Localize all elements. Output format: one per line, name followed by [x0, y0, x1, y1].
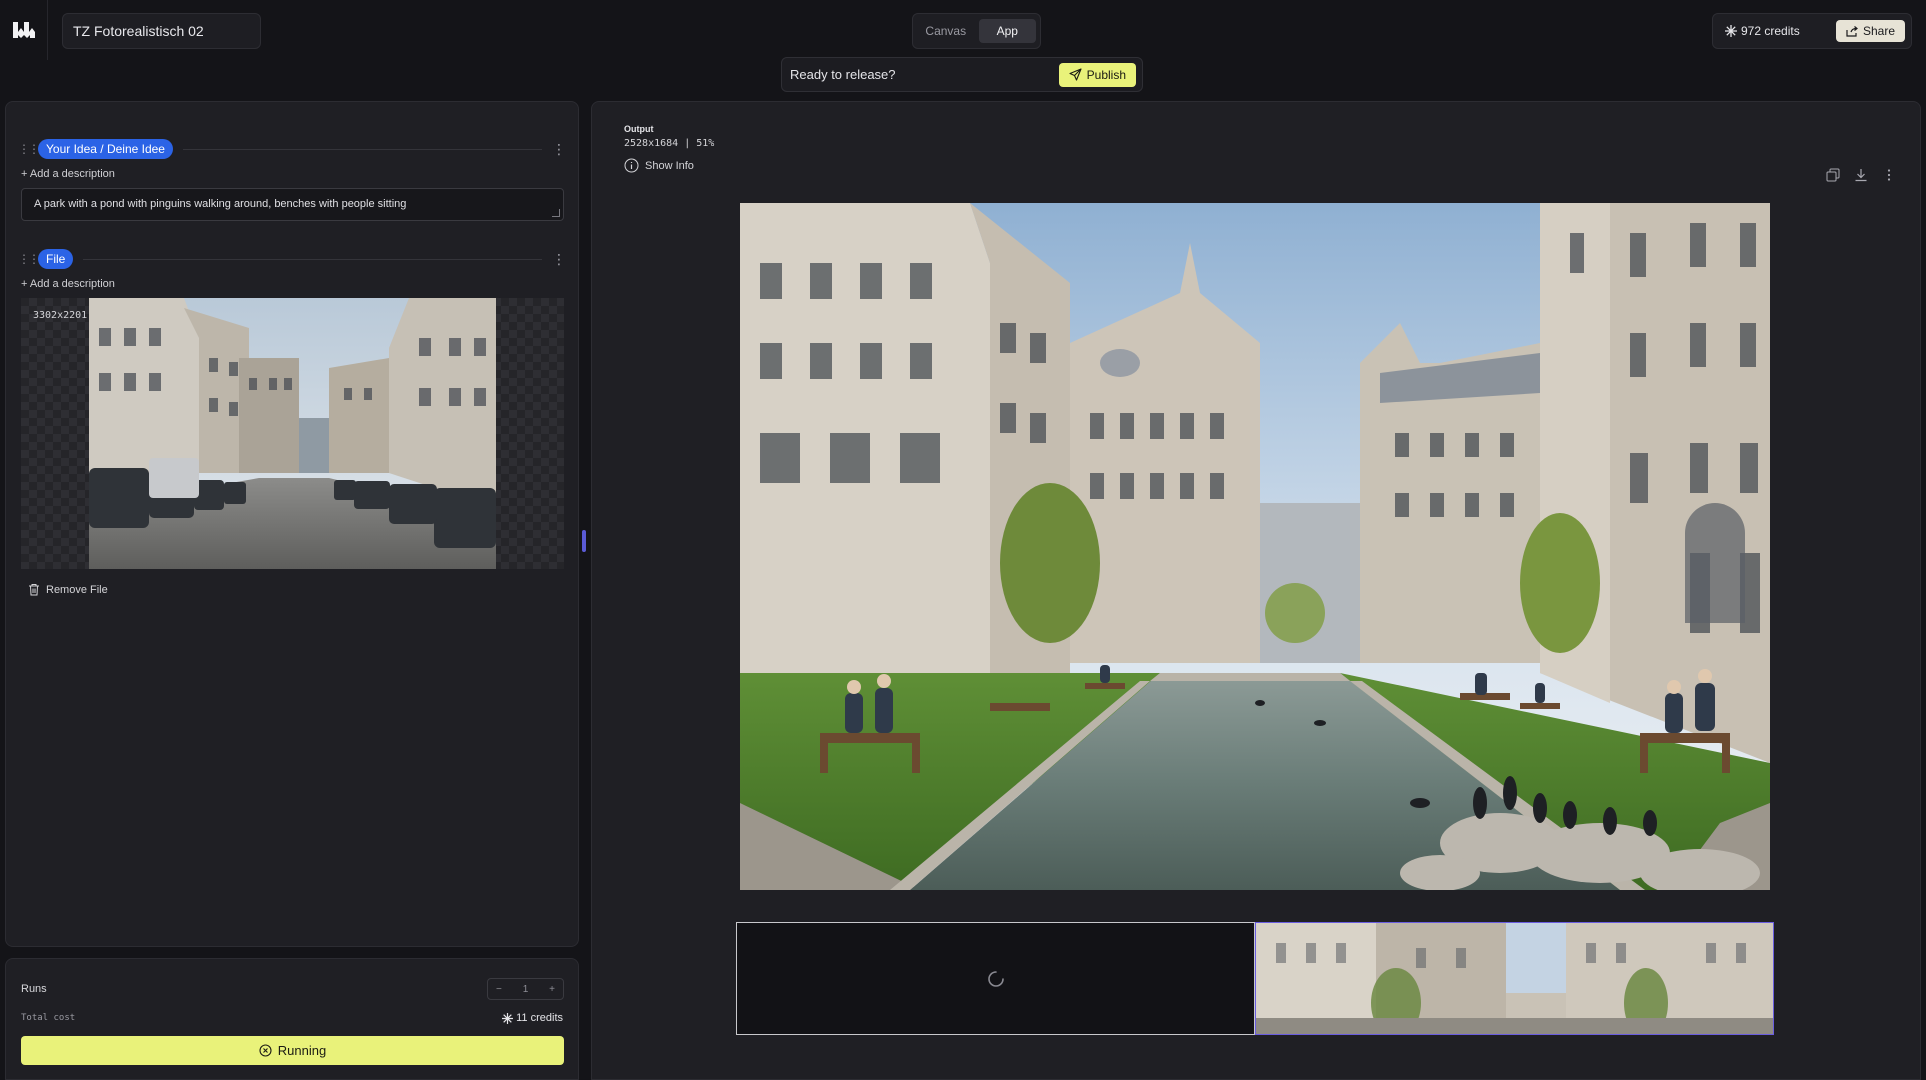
loading-thumbnail[interactable] [736, 922, 1255, 1035]
divider [83, 258, 542, 260]
add-description-link[interactable]: + Add a description [21, 278, 115, 290]
copy-icon[interactable] [1826, 168, 1840, 182]
runs-label: Runs [21, 983, 47, 995]
tab-canvas[interactable]: Canvas [917, 19, 975, 43]
file-dimensions: 3302x2201 [33, 310, 88, 321]
idea-text-value: A park with a pond with pinguins walking… [34, 198, 407, 210]
running-button[interactable]: Running [21, 1036, 564, 1065]
decrement-button[interactable]: − [496, 984, 502, 995]
divider [182, 148, 542, 150]
inputs-panel: ⋮⋮ Your Idea / Deine Idee ⋮ + Add a desc… [5, 101, 579, 947]
output-meta: 2528x1684 | 51% [624, 138, 715, 149]
output-title: Output [624, 124, 654, 134]
drag-handle-icon[interactable]: ⋮⋮ [18, 252, 40, 266]
run-panel: Runs − 1 + Total cost 11 credits Running [5, 958, 579, 1080]
mode-switch: Canvas App [912, 13, 1041, 49]
release-prompt: Ready to release? [790, 67, 896, 82]
trash-icon [29, 584, 39, 596]
output-thumbnail[interactable] [1255, 922, 1774, 1035]
output-image[interactable] [740, 203, 1770, 890]
file-preview: 3302x2201 [21, 298, 564, 569]
remove-file-label: Remove File [46, 583, 108, 596]
share-label: Share [1862, 24, 1895, 38]
credits-area: 972 credits Share [1712, 13, 1912, 49]
uploaded-street-image [89, 298, 496, 569]
credits-count: 972 credits [1741, 24, 1800, 38]
tab-app[interactable]: App [978, 19, 1036, 43]
project-name-field[interactable]: TZ Fotorealistisch 02 [62, 13, 261, 49]
share-icon [1846, 25, 1858, 37]
more-options-icon[interactable]: ⋮ [552, 251, 566, 268]
release-bar: Ready to release? Publish [781, 57, 1143, 92]
running-label: Running [277, 1043, 327, 1058]
publish-button[interactable]: Publish [1058, 62, 1136, 87]
spinner-icon [987, 970, 1004, 987]
sparkle-icon [1725, 25, 1737, 37]
share-button[interactable]: Share [1835, 20, 1905, 42]
file-block-header: ⋮⋮ File ⋮ [18, 248, 566, 270]
logo-icon [12, 22, 35, 38]
total-cost-label: Total cost [21, 1013, 76, 1023]
file-block-label: File [38, 249, 74, 269]
idea-block-header: ⋮⋮ Your Idea / Deine Idee ⋮ [18, 138, 566, 160]
total-cost-value: 11 credits [516, 1012, 563, 1024]
show-info-label: Show Info [645, 159, 694, 172]
total-cost: 11 credits [502, 1012, 563, 1024]
more-options-icon[interactable] [1882, 168, 1896, 182]
download-icon[interactable] [1854, 168, 1868, 182]
remove-file-button[interactable]: Remove File [28, 583, 108, 596]
panel-resize-handle[interactable] [582, 530, 586, 552]
drag-handle-icon[interactable]: ⋮⋮ [18, 142, 40, 156]
idea-block-label: Your Idea / Deine Idee [38, 139, 173, 159]
credits-display: 972 credits [1725, 24, 1836, 38]
runs-value[interactable]: 1 [523, 984, 529, 995]
sparkle-icon [502, 1012, 514, 1024]
output-panel: Output 2528x1684 | 51% Show Info [591, 101, 1921, 1080]
runs-stepper[interactable]: − 1 + [487, 978, 564, 1000]
increment-button[interactable]: + [549, 984, 555, 995]
app-logo[interactable] [0, 0, 48, 60]
idea-text-input[interactable]: A park with a pond with pinguins walking… [21, 188, 564, 221]
more-options-icon[interactable]: ⋮ [552, 141, 566, 158]
info-icon [624, 158, 639, 173]
stop-circle-icon [259, 1044, 272, 1057]
send-icon [1069, 68, 1082, 81]
output-toolbar [1826, 168, 1896, 182]
show-info-button[interactable]: Show Info [624, 158, 694, 173]
resize-handle-icon[interactable] [552, 209, 560, 217]
top-bar: TZ Fotorealistisch 02 Canvas App 972 cre… [0, 0, 1926, 60]
add-description-link[interactable]: + Add a description [21, 168, 115, 180]
publish-label: Publish [1086, 67, 1126, 82]
